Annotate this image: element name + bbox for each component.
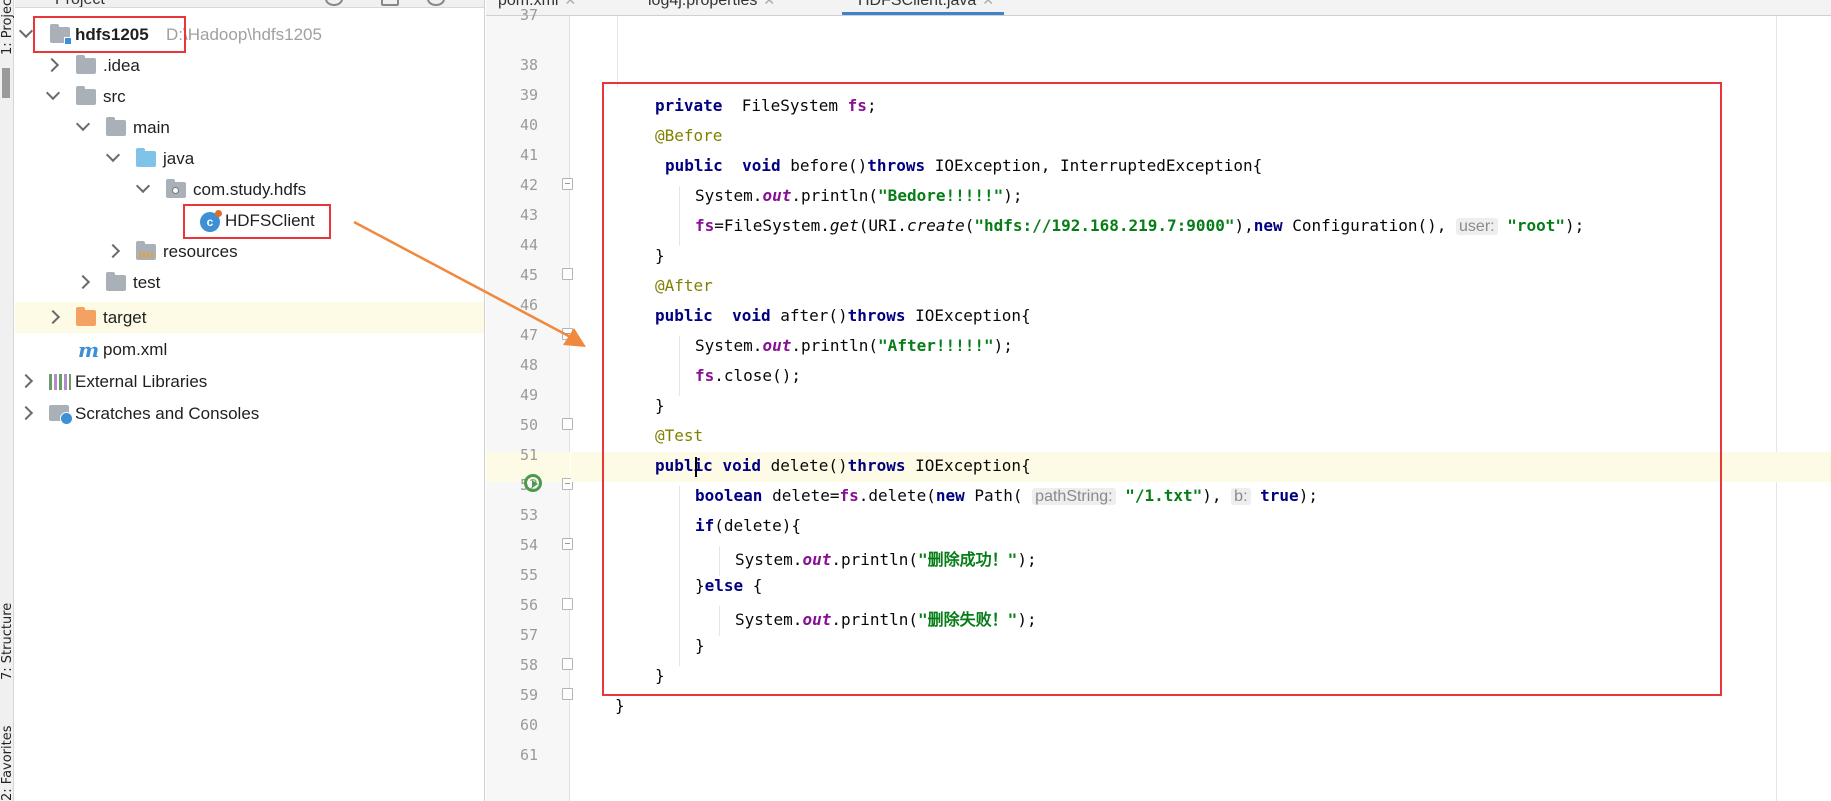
tree-row-src[interactable]: src	[15, 81, 484, 112]
maven-icon: m	[78, 338, 100, 362]
line-number: 58	[519, 656, 538, 674]
line-number: 43	[519, 206, 538, 224]
editor-tab-log4j[interactable]: log4j.properties ✕	[648, 0, 775, 15]
scratches-icon	[49, 405, 73, 425]
line-number: 46	[519, 296, 538, 314]
line-number: 50	[519, 416, 538, 434]
project-panel-header: Project	[15, 0, 484, 8]
editor-gutter: 37 38 39 40 41 42 43 44 45 46 47 48 49 50 51 52 53 54 55 5…	[486, 6, 573, 801]
editor-tab-hdfsclient[interactable]: HDFSClient.java ✕	[842, 0, 1004, 15]
code-line-60: }	[615, 696, 625, 715]
chevron-right-icon[interactable]	[105, 243, 121, 259]
tree-row-idea[interactable]: .idea	[15, 50, 484, 81]
tree-label-target: target	[103, 308, 147, 327]
tree-row-main[interactable]: main	[15, 112, 484, 143]
tree-label-scratches: Scratches and Consoles	[75, 404, 260, 423]
tab-favorites-tool[interactable]: 2: Favorites	[0, 715, 15, 801]
line-number: 39	[519, 86, 538, 104]
tree-label-src: src	[103, 87, 126, 106]
tab-structure-tool[interactable]: 7: Structure	[0, 570, 15, 680]
close-icon[interactable]: ✕	[982, 0, 994, 8]
close-icon[interactable]: ✕	[763, 0, 775, 8]
tree-label-external-libraries: External Libraries	[75, 372, 208, 391]
line-number: 47	[519, 326, 538, 344]
tree-row-target[interactable]: target	[15, 302, 484, 333]
tree-label-java: java	[163, 149, 195, 168]
line-number: 41	[519, 146, 538, 164]
annotation-box-hdfsclient	[183, 204, 331, 239]
tree-label-resources: resources	[163, 242, 238, 261]
line-number: 45	[519, 266, 538, 284]
tool-window-strip: 1: Project 7: Structure 2: Favorites	[0, 0, 15, 801]
tree-path-project-root: D:\Hadoop\hdfs1205	[166, 25, 322, 44]
chevron-down-icon[interactable]	[45, 85, 61, 101]
package-icon	[166, 179, 186, 198]
strip-scroll-knob[interactable]	[2, 68, 10, 98]
chevron-down-icon[interactable]	[105, 147, 121, 163]
chevron-right-icon[interactable]	[45, 309, 61, 325]
resources-folder-icon	[136, 241, 156, 260]
line-number: 51	[519, 446, 538, 464]
chevron-right-icon[interactable]	[18, 405, 34, 421]
tree-row-scratches[interactable]: Scratches and Consoles	[15, 398, 484, 429]
close-icon[interactable]: ✕	[564, 0, 576, 8]
annotation-box-code	[602, 82, 1722, 696]
folder-icon	[106, 117, 126, 136]
line-number: 57	[519, 626, 538, 644]
editor-tab-label: HDFSClient.java	[858, 0, 977, 9]
folder-icon	[76, 55, 96, 74]
line-number: 53	[519, 506, 538, 524]
line-number: 37	[519, 6, 538, 20]
folder-icon	[76, 86, 96, 105]
chevron-right-icon[interactable]	[75, 274, 91, 290]
tree-row-pom[interactable]: m pom.xml	[15, 334, 484, 365]
line-number: 38	[519, 56, 538, 74]
line-number: 60	[519, 716, 538, 734]
line-number: 49	[519, 386, 538, 404]
line-number: 56	[519, 596, 538, 614]
editor-tab-label: log4j.properties	[648, 0, 758, 9]
line-number: 54	[519, 536, 538, 554]
chevron-down-icon[interactable]	[18, 23, 34, 39]
tree-label-idea: .idea	[103, 56, 140, 75]
project-panel-title[interactable]: Project	[55, 0, 105, 7]
chevron-down-icon[interactable]	[135, 178, 151, 194]
line-number: 48	[519, 356, 538, 374]
run-test-icon[interactable]	[524, 474, 542, 492]
tree-row-test[interactable]: test	[15, 267, 484, 298]
tree-label-main: main	[133, 118, 170, 137]
gear-icon[interactable]	[427, 0, 445, 6]
project-panel: Project hdfs1205 D:\Hadoop\hdfs1205 .ide…	[15, 0, 485, 801]
tree-label-pom: pom.xml	[103, 340, 168, 359]
chevron-right-icon[interactable]	[44, 57, 60, 73]
source-folder-icon	[136, 148, 156, 167]
library-icon	[49, 374, 71, 390]
chevron-down-icon[interactable]	[75, 116, 91, 132]
tree-row-external-libraries[interactable]: External Libraries	[15, 366, 484, 397]
chevron-right-icon[interactable]	[18, 373, 34, 389]
line-number: 44	[519, 236, 538, 254]
tree-label-package: com.study.hdfs	[193, 180, 307, 199]
tab-project-tool[interactable]: 1: Project	[0, 0, 15, 55]
tree-row-java[interactable]: java	[15, 143, 484, 174]
tree-row-package[interactable]: com.study.hdfs	[15, 174, 484, 205]
excluded-folder-icon	[76, 307, 96, 326]
folder-icon	[106, 272, 126, 291]
line-number: 59	[519, 686, 538, 704]
line-number: 61	[519, 746, 538, 764]
line-number: 42	[519, 176, 538, 194]
tree-row-resources[interactable]: resources	[15, 236, 484, 267]
editor-tab-bar: pom.xml ✕ log4j.properties ✕ HDFSClient.ja…	[486, 0, 1831, 16]
annotation-box-project-root	[33, 16, 186, 53]
line-number: 55	[519, 566, 538, 584]
tree-label-test: test	[133, 273, 161, 292]
line-number: 40	[519, 116, 538, 134]
locate-icon[interactable]	[325, 0, 343, 6]
collapse-icon[interactable]	[381, 0, 399, 6]
